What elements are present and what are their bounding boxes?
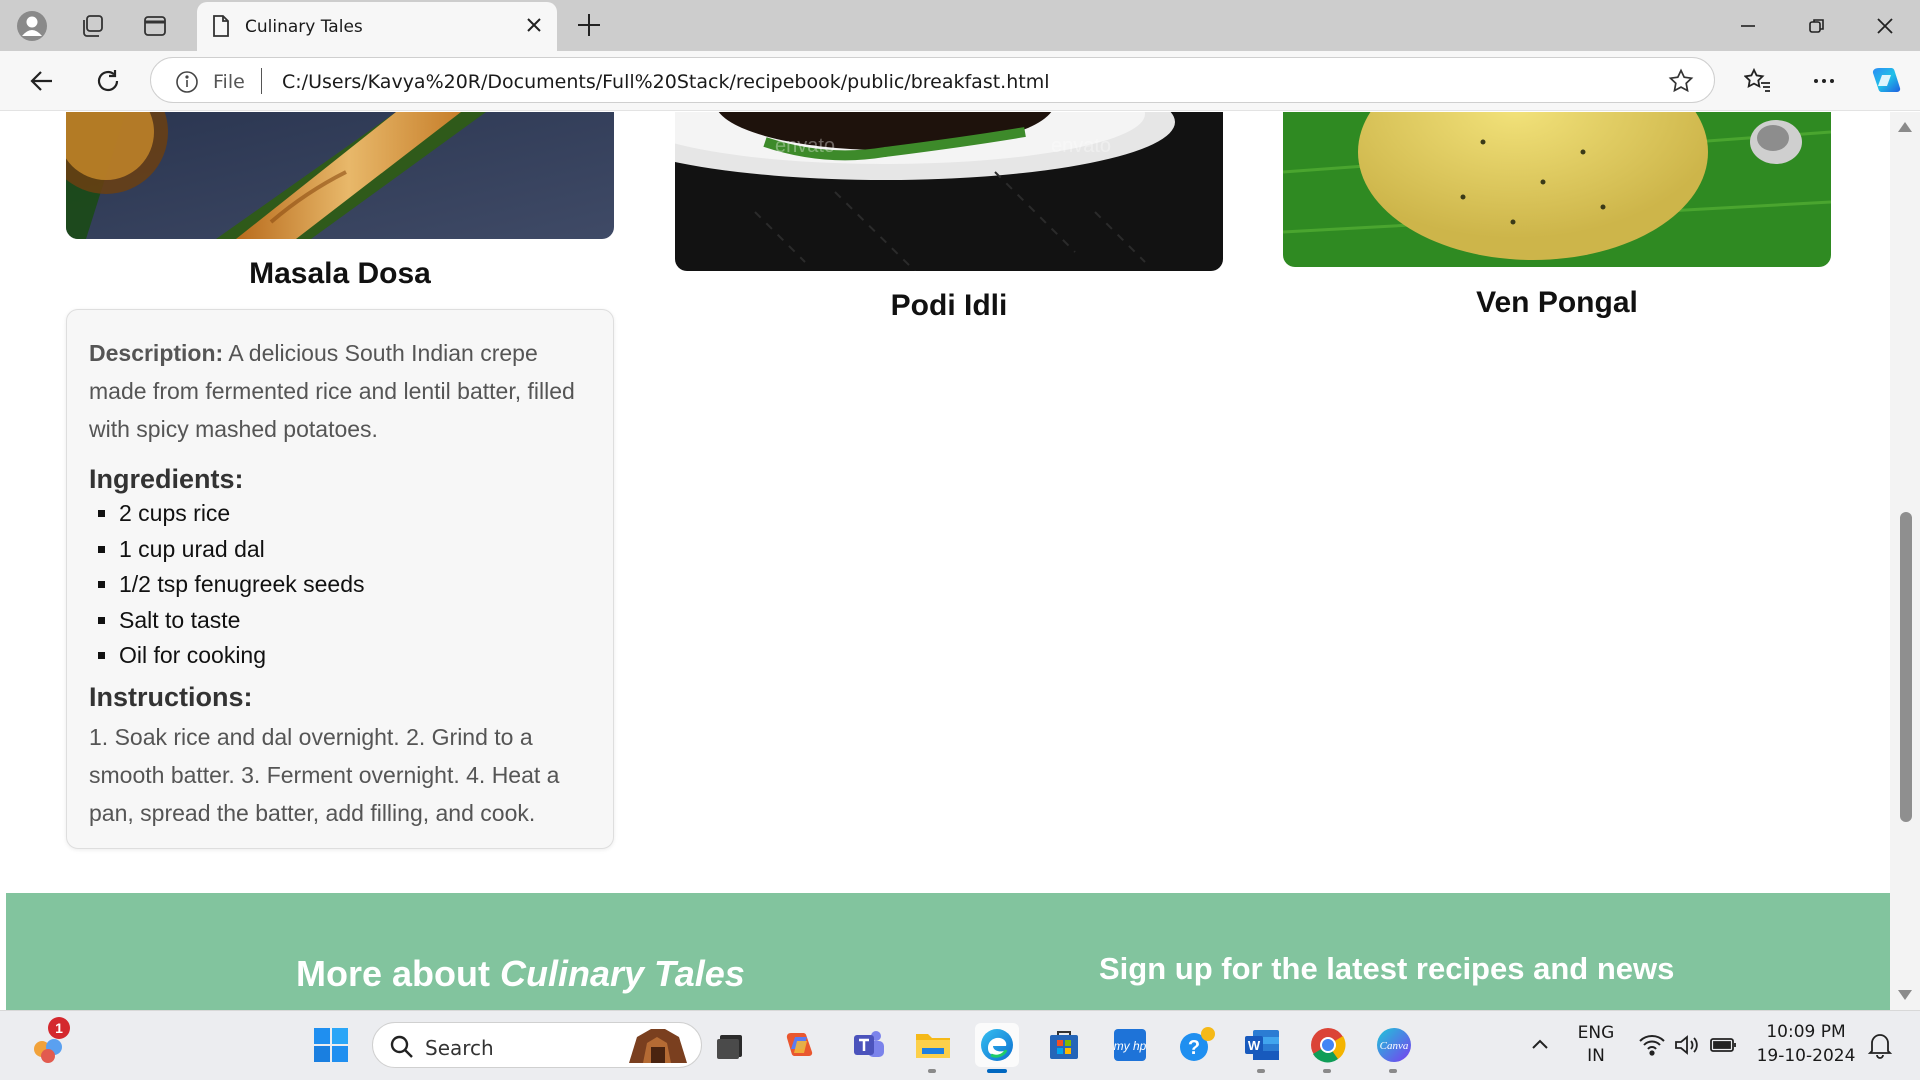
help-icon[interactable]: ? (1175, 1023, 1219, 1067)
restore-button[interactable] (1782, 0, 1852, 51)
svg-text:my hp: my hp (1114, 1039, 1147, 1053)
copilot-app-icon[interactable] (778, 1023, 822, 1067)
running-indicator (1323, 1069, 1331, 1073)
battery-icon[interactable] (1702, 1023, 1746, 1067)
recipe-title: Ven Pongal (1476, 286, 1638, 319)
start-button[interactable] (309, 1023, 353, 1067)
watermark-text: envato (1051, 135, 1111, 157)
footer-about-heading: More about Culinary Tales (296, 953, 745, 995)
search-label: Search (425, 1036, 494, 1060)
page-viewport: envato envato Masala Dosa Podi Idli Ven … (0, 112, 1920, 1010)
favorite-star-icon[interactable] (1668, 68, 1694, 99)
ingredient-item: 1/2 tsp fenugreek seeds (119, 567, 591, 603)
podi-idli-image: envato envato (675, 112, 1223, 271)
svg-text:Canva: Canva (1380, 1040, 1409, 1052)
favorites-icon[interactable] (1740, 63, 1776, 99)
masala-dosa-image (66, 112, 614, 239)
canva-icon[interactable]: Canva (1372, 1023, 1416, 1073)
ingredient-item: Oil for cooking (119, 638, 591, 674)
recipe-details-card: Description: A delicious South Indian cr… (66, 309, 614, 849)
search-icon (389, 1034, 415, 1065)
info-icon[interactable] (175, 70, 199, 99)
instructions-text: 1. Soak rice and dal overnight. 2. Grind… (89, 723, 560, 826)
site-footer: More about Culinary Tales Sign up for th… (6, 893, 1890, 1010)
active-indicator (987, 1069, 1007, 1073)
minimize-button[interactable] (1713, 0, 1783, 51)
workspaces-icon[interactable] (75, 9, 109, 43)
notification-badge: 1 (48, 1017, 70, 1039)
taskbar-search-box[interactable]: Search (372, 1022, 702, 1068)
ven-pongal-image (1283, 112, 1831, 267)
browser-tab-strip: Culinary Tales (0, 0, 1920, 51)
myhp-icon[interactable]: my hp (1108, 1023, 1152, 1067)
ingredient-item: 2 cups rice (119, 496, 591, 532)
widgets-icon[interactable]: 1 (26, 1017, 70, 1067)
region-indicator[interactable]: IN (1572, 1046, 1620, 1066)
file-manager-icon[interactable] (708, 1023, 752, 1067)
page-scrollbar[interactable] (1890, 112, 1920, 1010)
teams-icon[interactable] (846, 1023, 890, 1067)
clock-time[interactable]: 10:09 PM (1756, 1022, 1856, 1042)
recipe-title: Podi Idli (890, 289, 1008, 322)
about-brand: Culinary Tales (500, 953, 745, 994)
file-explorer-icon[interactable] (911, 1023, 955, 1073)
running-indicator (928, 1069, 936, 1073)
ingredients-heading: Ingredients: (89, 464, 244, 494)
edge-browser-icon[interactable] (975, 1023, 1019, 1073)
scroll-down-arrow-icon[interactable] (1898, 990, 1912, 1000)
close-tab-icon[interactable] (523, 14, 545, 41)
recipe-title: Masala Dosa (249, 257, 431, 290)
clock-date[interactable]: 19-10-2024 (1756, 1046, 1856, 1066)
refresh-button[interactable] (90, 63, 126, 99)
address-separator (261, 68, 262, 94)
svg-text:W: W (1248, 1038, 1261, 1053)
new-tab-button[interactable] (572, 8, 606, 47)
active-tab[interactable]: Culinary Tales (197, 2, 557, 51)
about-prefix: More about (296, 953, 500, 994)
show-hidden-icons-chevron-icon[interactable] (1518, 1023, 1562, 1067)
ingredient-item: 1 cup urad dal (119, 532, 591, 568)
ingredients-list: 2 cups rice 1 cup urad dal 1/2 tsp fenug… (119, 496, 591, 674)
description-label: Description: (89, 340, 224, 366)
page-icon (211, 14, 231, 43)
profile-icon[interactable] (15, 9, 49, 43)
close-window-button[interactable] (1850, 0, 1920, 51)
chrome-icon[interactable] (1306, 1023, 1350, 1073)
scheme-label: File (213, 71, 245, 93)
back-button[interactable] (24, 63, 60, 99)
watermark-text: envato (775, 135, 835, 157)
recipe-description: Description: A delicious South Indian cr… (89, 334, 591, 448)
running-indicator (1389, 1069, 1397, 1073)
svg-text:?: ? (1188, 1037, 1200, 1059)
vertical-tabs-icon[interactable] (138, 9, 172, 43)
running-indicator (1257, 1069, 1265, 1073)
scroll-thumb[interactable] (1900, 512, 1912, 822)
scroll-up-arrow-icon[interactable] (1898, 122, 1912, 132)
footer-signup-heading: Sign up for the latest recipes and news (1099, 951, 1675, 986)
store-icon[interactable] (1042, 1023, 1086, 1067)
windows-taskbar: 1 Search my hp ? W Canva ENG IN 10:09 PM… (0, 1010, 1920, 1080)
ingredient-item: Salt to taste (119, 603, 591, 639)
language-indicator[interactable]: ENG (1572, 1023, 1620, 1043)
copilot-icon[interactable] (1868, 63, 1904, 99)
url-text[interactable]: C:/Users/Kavya%20R/Documents/Full%20Stac… (282, 71, 1050, 93)
tab-title: Culinary Tales (245, 17, 363, 37)
more-menu-icon[interactable] (1806, 63, 1842, 99)
instructions-heading: Instructions: (89, 681, 253, 712)
notifications-bell-icon[interactable] (1858, 1023, 1902, 1067)
address-bar[interactable]: File C:/Users/Kavya%20R/Documents/Full%2… (150, 57, 1715, 103)
word-icon[interactable]: W (1240, 1023, 1284, 1073)
browser-toolbar: File C:/Users/Kavya%20R/Documents/Full%2… (0, 51, 1920, 111)
search-highlight-icon (623, 1027, 693, 1070)
